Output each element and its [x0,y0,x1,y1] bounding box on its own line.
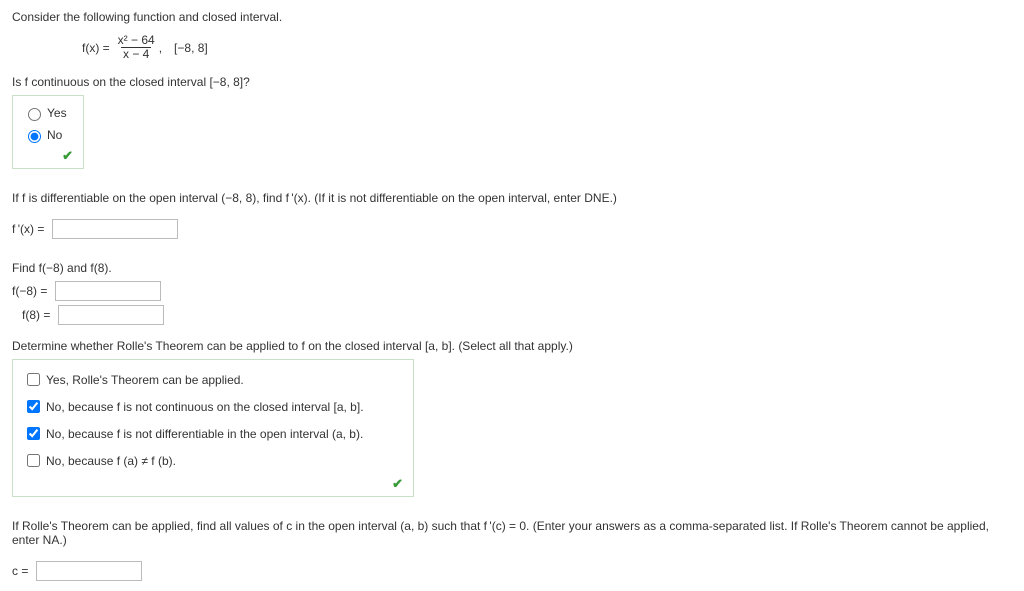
rolle-opt-2[interactable]: No, because f is not continuous on the c… [23,393,403,420]
c-input[interactable] [36,561,142,581]
f-neg8-input[interactable] [55,281,161,301]
rolle-opt-1[interactable]: Yes, Rolle's Theorem can be applied. [23,366,403,393]
rolle-prompt: Determine whether Rolle's Theorem can be… [12,339,1012,353]
c-label: c = [12,564,28,578]
f-8-input[interactable] [58,305,164,325]
radio-yes[interactable] [28,108,41,121]
rolle-opt4-label: No, because f (a) ≠ f (b). [46,454,176,468]
checkbox-opt1[interactable] [27,373,40,386]
evaluate-section: Find f(−8) and f(8). f(−8) = f(8) = [12,261,1012,325]
rolle-opt1-label: Yes, Rolle's Theorem can be applied. [46,373,244,387]
fx-label: f(x) = [82,41,110,55]
intro-text: Consider the following function and clos… [12,10,1012,24]
fraction: x² − 64 x − 4 [118,34,155,61]
closed-interval: [−8, 8] [174,41,208,55]
c-value-section: If Rolle's Theorem can be applied, find … [12,519,1012,581]
option-no-label: No [47,128,62,142]
option-yes[interactable]: Yes [23,102,73,124]
continuity-prompt: Is f continuous on the closed interval [… [12,75,1012,89]
rolle-opt-3[interactable]: No, because f is not differentiable in t… [23,420,403,447]
rolle-opt3-label: No, because f is not differentiable in t… [46,427,363,441]
continuity-answer-box: Yes No ✔ [12,95,84,169]
rolle-section: Determine whether Rolle's Theorem can be… [12,339,1012,497]
radio-no[interactable] [28,130,41,143]
rolle-opt-4[interactable]: No, because f (a) ≠ f (b). [23,447,403,474]
option-no[interactable]: No [23,124,73,146]
function-definition: f(x) = x² − 64 x − 4 , [−8, 8] [82,34,1012,61]
differentiable-prompt: If f is differentiable on the open inter… [12,191,1012,205]
differentiable-section: If f is differentiable on the open inter… [12,191,1012,239]
fraction-numerator: x² − 64 [118,34,155,47]
fraction-denominator: x − 4 [121,47,151,61]
checkbox-opt4[interactable] [27,454,40,467]
continuity-question: Is f continuous on the closed interval [… [12,75,1012,169]
rolle-opt2-label: No, because f is not continuous on the c… [46,400,364,414]
c-value-prompt: If Rolle's Theorem can be applied, find … [12,519,1012,547]
comma: , [159,41,162,55]
f-neg8-label: f(−8) = [12,284,47,298]
checkbox-opt2[interactable] [27,400,40,413]
fprime-input[interactable] [52,219,178,239]
check-icon: ✔ [62,148,73,164]
option-yes-label: Yes [47,106,67,120]
checkbox-opt3[interactable] [27,427,40,440]
fprime-label: f '(x) = [12,222,44,236]
f-8-label: f(8) = [22,308,50,322]
evaluate-prompt: Find f(−8) and f(8). [12,261,1012,275]
rolle-answer-box: Yes, Rolle's Theorem can be applied. No,… [12,359,414,497]
check-icon: ✔ [392,476,403,492]
